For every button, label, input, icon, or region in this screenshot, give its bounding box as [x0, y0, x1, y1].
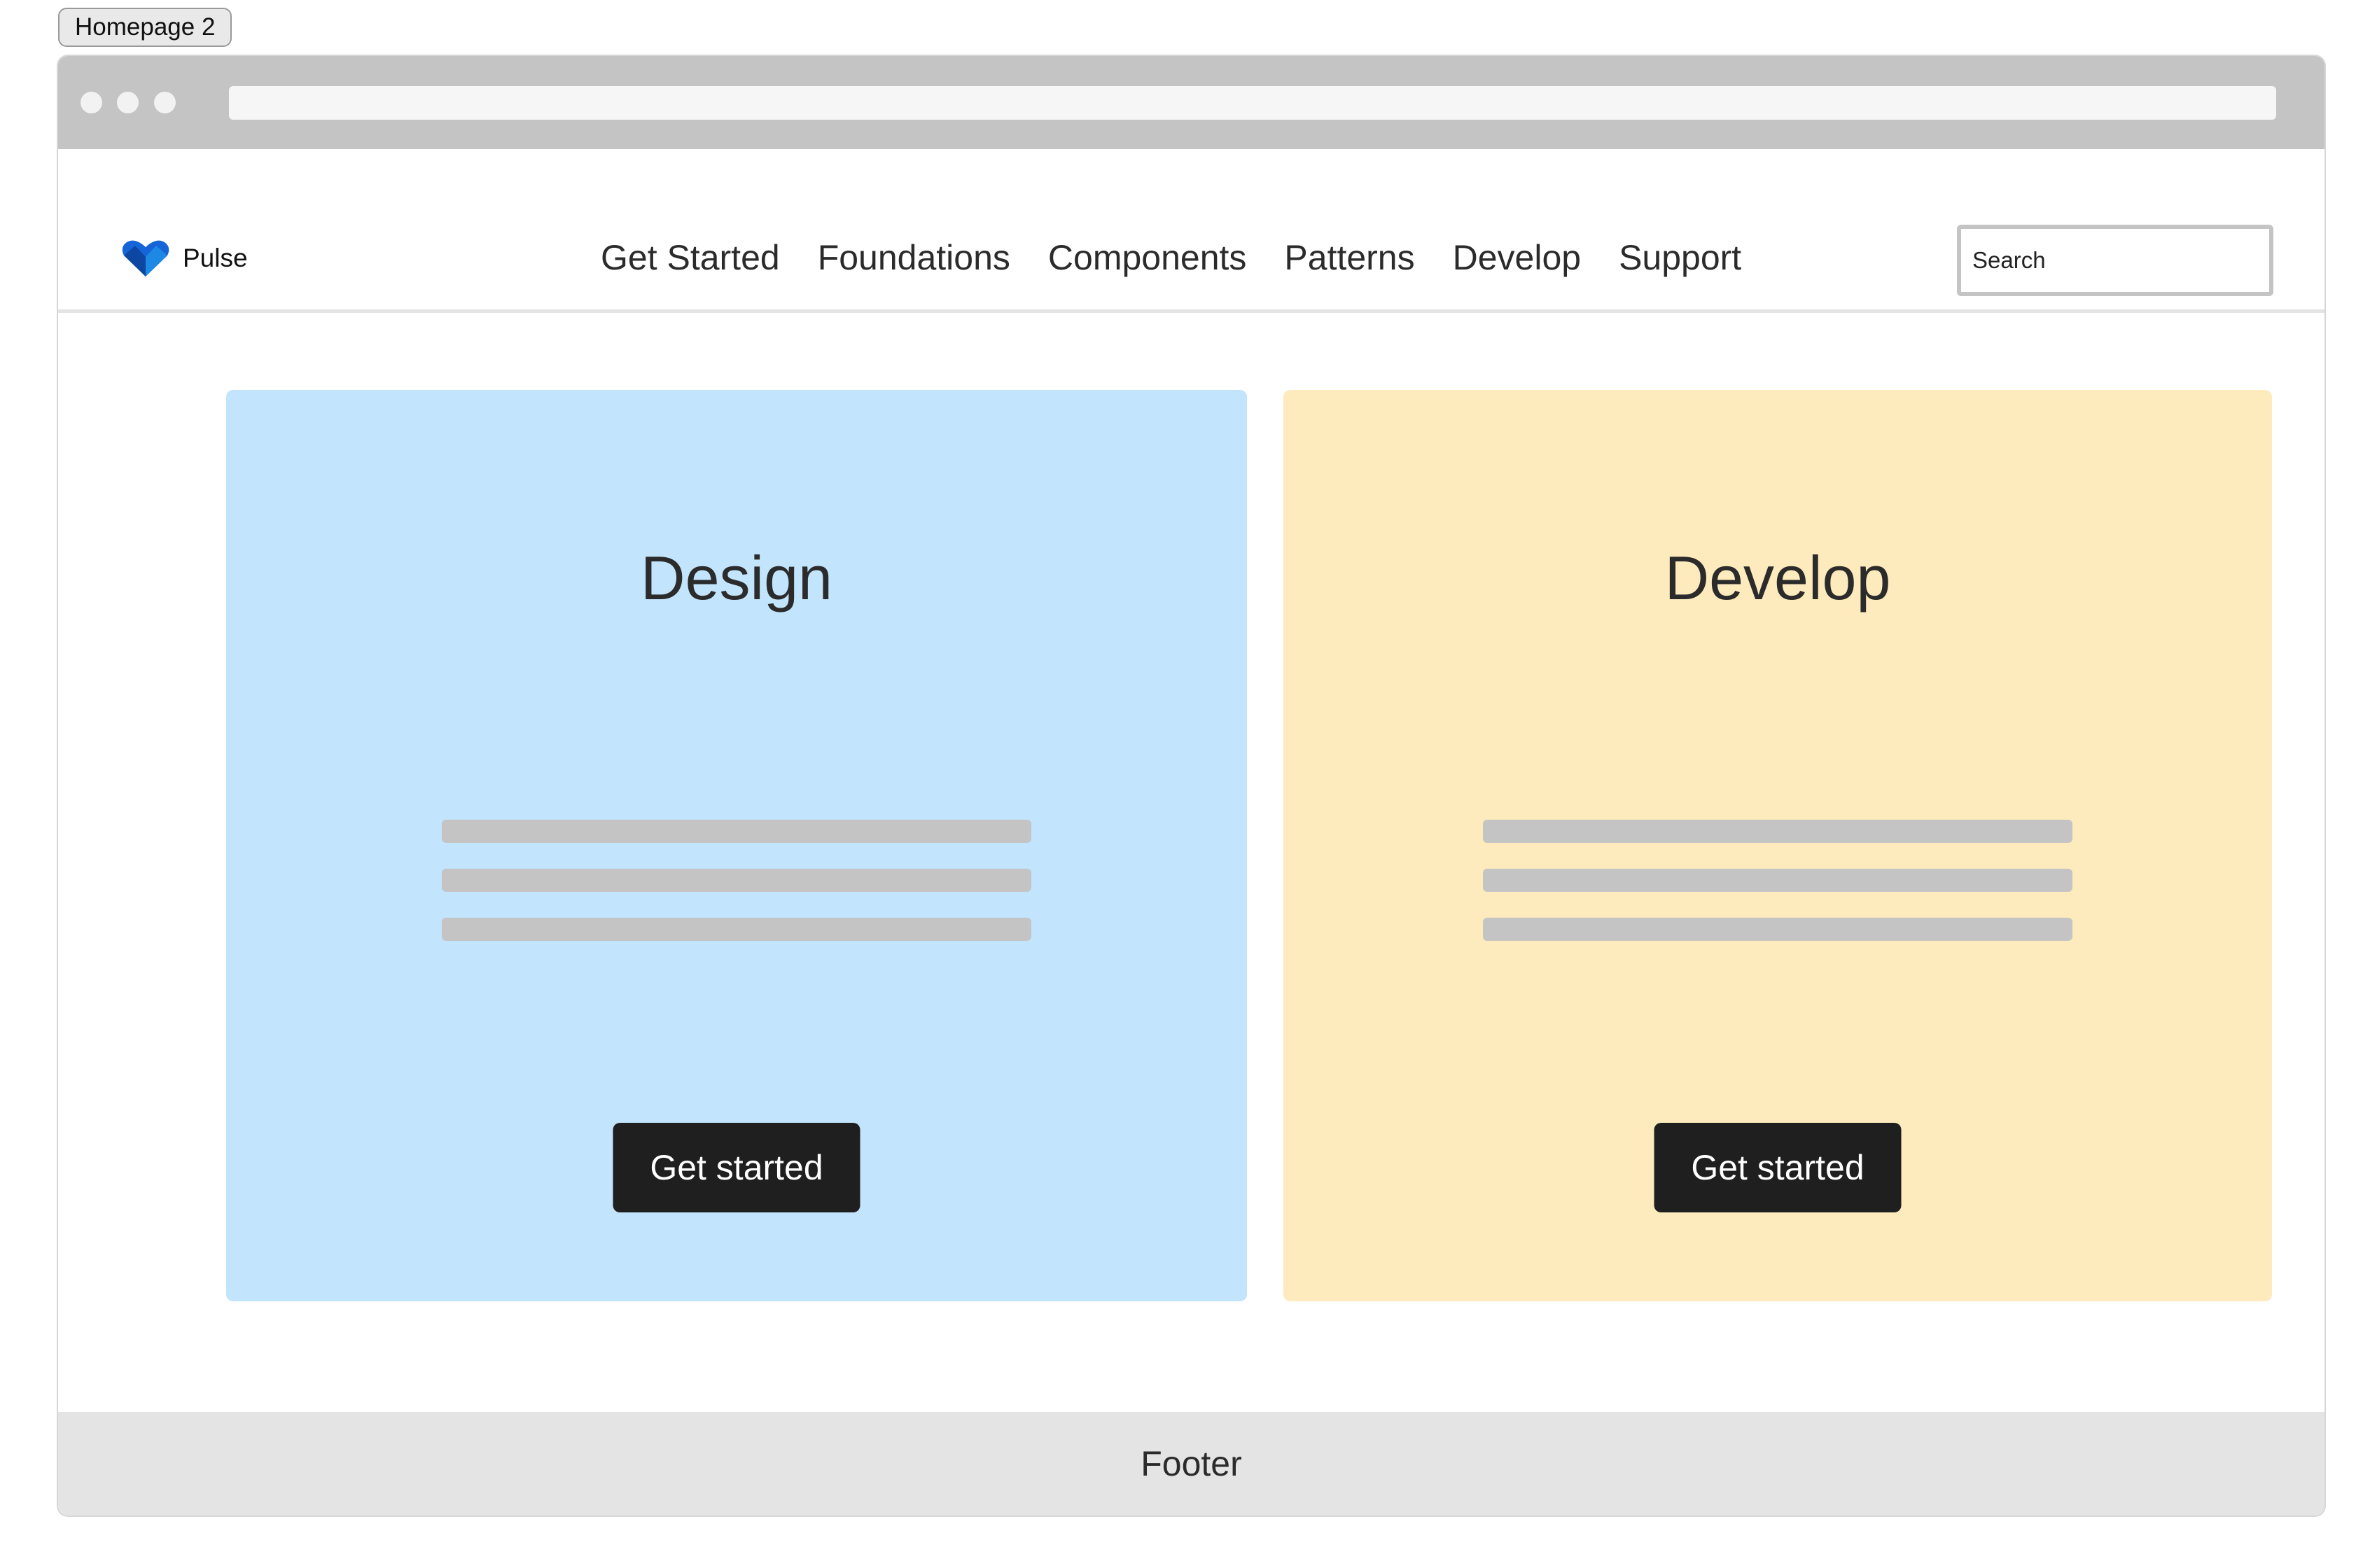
text-placeholder-line [1483, 820, 2072, 843]
text-placeholder-line [1483, 869, 2072, 892]
develop-card: Develop Get started [1283, 390, 2272, 1301]
nav-item-patterns[interactable]: Patterns [1284, 237, 1414, 278]
window-close-dot[interactable] [81, 92, 102, 113]
nav-item-foundations[interactable]: Foundations [818, 237, 1010, 278]
develop-card-text-placeholder [1483, 820, 2072, 967]
site-footer: Footer [58, 1412, 2324, 1516]
text-placeholder-line [442, 918, 1031, 941]
nav-item-support[interactable]: Support [1619, 237, 1741, 278]
text-placeholder-line [442, 869, 1031, 892]
window-maximize-dot[interactable] [154, 92, 176, 113]
browser-chrome [58, 56, 2324, 149]
design-card-text-placeholder [442, 820, 1031, 967]
text-placeholder-line [442, 820, 1031, 843]
nav-item-develop[interactable]: Develop [1453, 237, 1581, 278]
nav-item-components[interactable]: Components [1048, 237, 1247, 278]
design-get-started-button[interactable]: Get started [613, 1123, 860, 1212]
develop-get-started-button[interactable]: Get started [1654, 1123, 1902, 1212]
page-tab[interactable]: Homepage 2 [58, 8, 232, 47]
brand-logo[interactable]: Pulse [121, 239, 248, 278]
main-content: Design Get started Develop Get started [58, 313, 2324, 1412]
browser-window: Pulse Get Started Foundations Components… [58, 56, 2324, 1516]
heart-logo-icon [122, 240, 169, 276]
design-card: Design Get started [226, 390, 1247, 1301]
design-card-title: Design [641, 543, 832, 612]
window-minimize-dot[interactable] [117, 92, 139, 113]
brand-name: Pulse [183, 244, 248, 272]
text-placeholder-line [1483, 918, 2072, 941]
address-bar[interactable] [229, 86, 2276, 120]
main-nav: Get Started Foundations Components Patte… [601, 230, 1741, 286]
search-input[interactable] [1957, 225, 2273, 296]
develop-card-title: Develop [1664, 543, 1891, 612]
nav-item-get-started[interactable]: Get Started [601, 237, 780, 278]
footer-label: Footer [1141, 1444, 1242, 1483]
site-header: Pulse Get Started Foundations Components… [58, 149, 2324, 313]
